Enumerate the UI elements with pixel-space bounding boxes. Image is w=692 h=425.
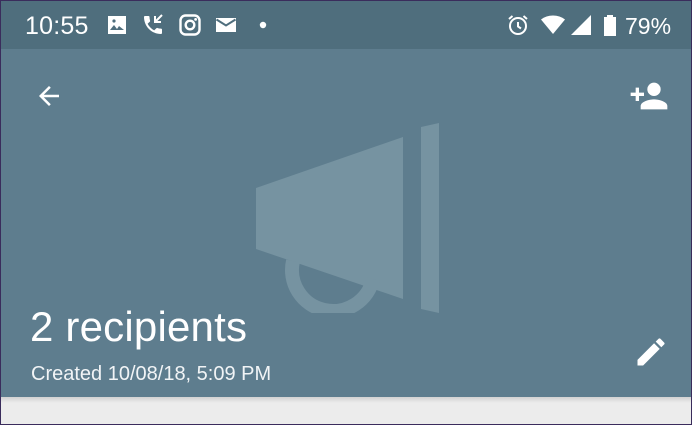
battery-icon [598, 13, 622, 37]
megaphone-icon [253, 123, 443, 318]
wifi-icon [541, 13, 565, 37]
header-shadow [1, 397, 691, 403]
signal-icon [569, 13, 593, 37]
broadcast-title: 2 recipients [30, 303, 248, 350]
broadcast-list-screen: 10:55 79% 2 recipients Created 10/08/18,… [0, 0, 692, 425]
instagram-icon [178, 13, 202, 37]
image-icon [105, 13, 129, 37]
alarm-icon [506, 13, 530, 37]
arrow-back-icon [39, 86, 59, 106]
add-recipient-button[interactable] [625, 72, 673, 120]
created-date: Created 10/08/18, 5:09 PM [31, 363, 272, 385]
back-button[interactable] [25, 72, 73, 120]
broadcast-header: 2 recipients Created 10/08/18, 5:09 PM [1, 49, 691, 397]
status-bar: 10:55 79% [1, 1, 691, 49]
dot-icon [251, 13, 275, 37]
mail-icon [214, 13, 238, 37]
add-person-icon [630, 82, 668, 110]
pencil-icon [637, 338, 665, 366]
status-time: 10:55 [25, 12, 89, 40]
battery-percent: 79% [625, 13, 672, 39]
missed-call-icon [141, 13, 165, 37]
edit-button[interactable] [627, 328, 675, 376]
